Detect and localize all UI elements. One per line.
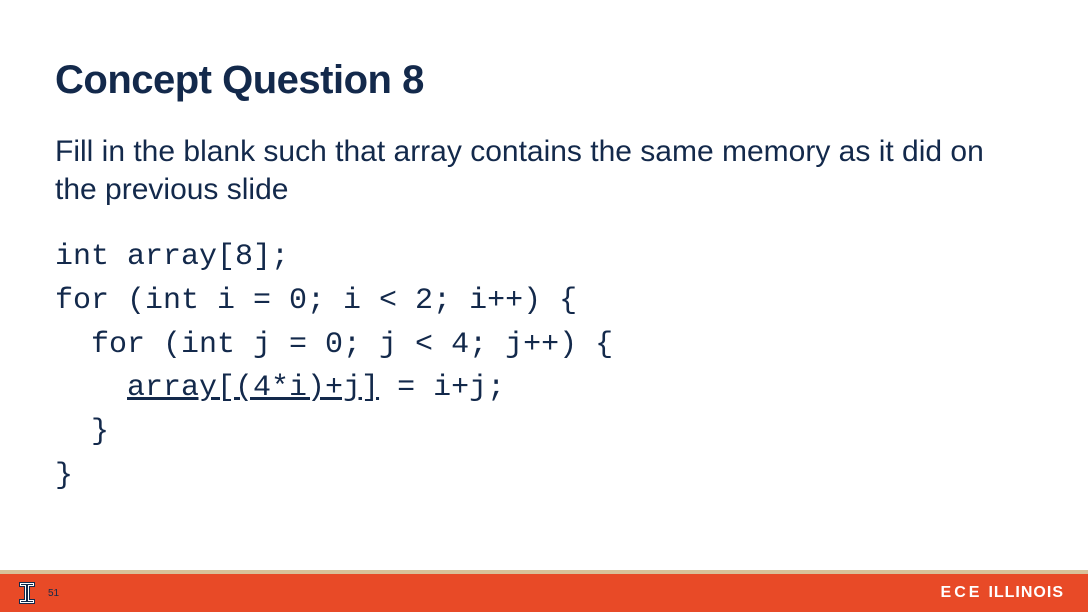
code-line-5: }: [55, 415, 109, 449]
slide: Concept Question 8 Fill in the blank suc…: [0, 0, 1088, 612]
slide-subtitle: Fill in the blank such that array contai…: [55, 133, 1033, 208]
code-line-4-blank: array[(4*i)+j]: [127, 371, 379, 405]
brand-illinois: ILLINOIS: [988, 584, 1064, 602]
brand-ece: ECE: [941, 584, 983, 602]
code-line-3: for (int j = 0; j < 4; j++) {: [55, 328, 613, 362]
footer-brand: ECE ILLINOIS: [941, 584, 1064, 602]
page-number: 51: [48, 588, 59, 599]
illinois-logo-icon: [18, 581, 36, 605]
code-line-4-indent: [55, 371, 127, 405]
code-line-2: for (int i = 0; i < 2; i++) {: [55, 284, 577, 318]
footer-bar: 51 ECE ILLINOIS: [0, 574, 1088, 612]
code-line-6: }: [55, 459, 73, 493]
footer-left: 51: [18, 581, 59, 605]
slide-footer: 51 ECE ILLINOIS: [0, 570, 1088, 612]
code-block: int array[8]; for (int i = 0; i < 2; i++…: [55, 236, 1033, 499]
content-area: Concept Question 8 Fill in the blank suc…: [0, 0, 1088, 499]
code-line-4-rest: = i+j;: [379, 371, 505, 405]
code-line-1: int array[8];: [55, 240, 289, 274]
slide-title: Concept Question 8: [55, 58, 1033, 103]
